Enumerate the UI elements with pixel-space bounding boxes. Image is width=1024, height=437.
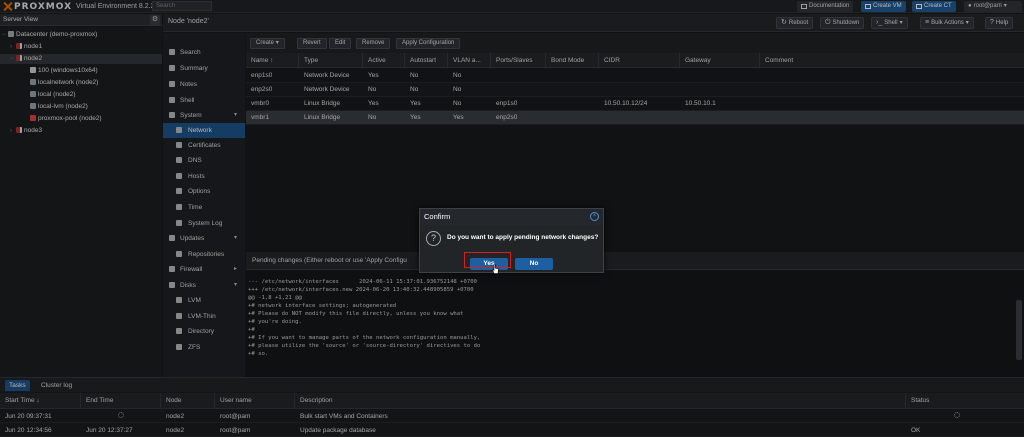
hand-cursor-icon: [492, 264, 499, 274]
dialog-message: Do you want to apply pending network cha…: [447, 234, 599, 241]
confirm-dialog: Confirm × ? Do you want to apply pending…: [419, 208, 604, 273]
no-button[interactable]: No: [515, 258, 553, 270]
question-icon: ?: [426, 231, 441, 246]
highlight-box: [464, 252, 511, 268]
dialog-title: Confirm: [420, 209, 603, 225]
close-icon[interactable]: ×: [590, 212, 599, 221]
